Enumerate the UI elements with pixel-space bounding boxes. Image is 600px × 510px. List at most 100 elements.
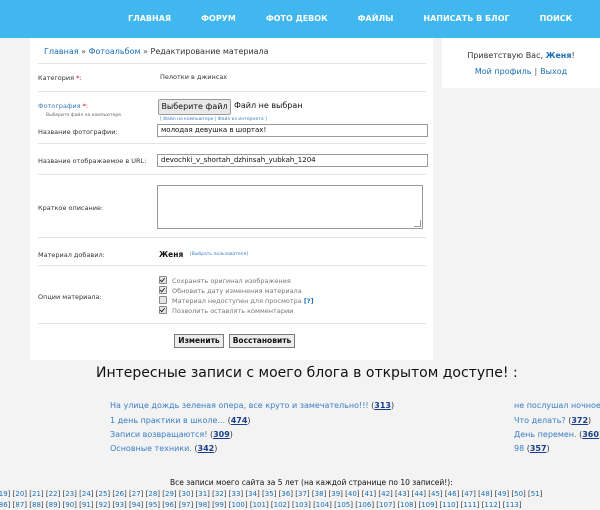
user-link[interactable]: Женя [546, 51, 572, 60]
logout-link[interactable]: Выход [540, 67, 567, 76]
post-count[interactable]: 360 [582, 430, 599, 439]
page-link[interactable]: 28 [148, 490, 157, 498]
page-link[interactable]: 111 [463, 501, 476, 509]
page-link[interactable]: 97 [182, 501, 191, 509]
page-link[interactable]: 107 [379, 501, 392, 509]
page-link[interactable]: 34 [248, 490, 257, 498]
breadcrumb-home[interactable]: Главная [44, 47, 79, 56]
blog-post-link[interactable]: не послушал ночное [514, 401, 600, 410]
profile-link[interactable]: Мой профиль [475, 67, 532, 76]
option-row[interactable]: Материал недоступен для просмотра [?] [159, 296, 314, 306]
page-link[interactable]: 46 [448, 490, 457, 498]
page-link[interactable]: 112 [484, 501, 497, 509]
page-link[interactable]: 27 [132, 490, 141, 498]
post-count[interactable]: 474 [231, 416, 248, 425]
option-checkbox[interactable] [159, 286, 167, 294]
page-link[interactable]: 95 [148, 501, 157, 509]
post-count[interactable]: 342 [198, 444, 215, 453]
page-link[interactable]: 100 [231, 501, 244, 509]
page-link[interactable]: 105 [337, 501, 350, 509]
page-link[interactable]: 44 [414, 490, 423, 498]
post-count[interactable]: 372 [571, 416, 588, 425]
page-link[interactable]: 36 [281, 490, 290, 498]
page-link[interactable]: 37 [298, 490, 307, 498]
resize-grip[interactable] [414, 220, 421, 227]
page-link[interactable]: 38 [315, 490, 324, 498]
page-link[interactable]: 93 [115, 501, 124, 509]
option-checkbox[interactable] [159, 306, 167, 314]
submit-button[interactable]: Изменить [174, 334, 224, 348]
blog-post-link[interactable]: Что делать? (372) [514, 416, 591, 425]
blog-post-link[interactable]: Записи возвращаются! (309) [110, 430, 233, 439]
page-link[interactable]: 108 [400, 501, 413, 509]
page-link[interactable]: 32 [215, 490, 224, 498]
page-link[interactable]: 110 [442, 501, 455, 509]
nav-item[interactable]: ФОТО ДЕВОК [251, 0, 343, 38]
page-link[interactable]: 31 [198, 490, 207, 498]
page-link[interactable]: 102 [274, 501, 287, 509]
page-link[interactable]: 30 [182, 490, 191, 498]
page-link[interactable]: 98 [198, 501, 207, 509]
blog-post-link[interactable]: Основные техники. (342) [110, 444, 217, 453]
page-link[interactable]: 47 [464, 490, 473, 498]
description-textarea[interactable] [157, 185, 423, 229]
breadcrumb-album[interactable]: Фотоальбом [89, 47, 141, 56]
option-row[interactable]: Позволить оставлять комментарии [159, 306, 293, 316]
page-link[interactable]: 101 [253, 501, 266, 509]
page-link[interactable]: 42 [381, 490, 390, 498]
reset-button[interactable]: Восстановить [229, 334, 295, 348]
nav-item[interactable]: ФАЙЛЫ [343, 0, 409, 38]
choose-user-link[interactable]: [Выбрать пользователя] [190, 252, 248, 257]
page-link[interactable]: 35 [265, 490, 274, 498]
option-checkbox[interactable] [159, 276, 167, 284]
page-link[interactable]: 109 [421, 501, 434, 509]
page-link[interactable]: 24 [82, 490, 91, 498]
blog-post-link[interactable]: 1 день практики в школе... (474) [110, 416, 251, 425]
page-link[interactable]: 48 [481, 490, 490, 498]
nav-item[interactable]: ПОИСК [525, 0, 588, 38]
page-link[interactable]: 106 [358, 501, 371, 509]
photo-name-input[interactable]: молодая девушка в шортах! [157, 124, 428, 137]
page-link[interactable]: 94 [132, 501, 141, 509]
page-link[interactable]: 45 [431, 490, 440, 498]
page-link[interactable]: 86 [0, 501, 8, 509]
category-value[interactable]: Пелотки в джинсах [160, 73, 227, 81]
page-link[interactable]: 90 [65, 501, 74, 509]
page-link[interactable]: 29 [165, 490, 174, 498]
page-link[interactable]: 26 [115, 490, 124, 498]
option-row[interactable]: Сохранять оригинал изображения [159, 276, 291, 286]
page-link[interactable]: 103 [295, 501, 308, 509]
page-link[interactable]: 99 [215, 501, 224, 509]
nav-item[interactable]: ФОРУМ [186, 0, 251, 38]
choose-file-button[interactable]: Выберите файл [158, 99, 231, 115]
page-link[interactable]: 91 [82, 501, 91, 509]
page-link[interactable]: 89 [49, 501, 58, 509]
page-link[interactable]: 21 [32, 490, 41, 498]
url-input[interactable]: devochki_v_shortah_dzhinsah_yubkah_1204 [157, 154, 428, 167]
blog-post-link[interactable]: День перемен. (360) [514, 430, 600, 439]
blog-post-link[interactable]: 98 (357) [514, 444, 550, 453]
page-link[interactable]: 19 [0, 490, 8, 498]
post-count[interactable]: 309 [213, 430, 230, 439]
page-link[interactable]: 43 [398, 490, 407, 498]
nav-item[interactable]: ГЛАВНАЯ [113, 0, 186, 38]
post-count[interactable]: 357 [530, 444, 547, 453]
blog-post-link[interactable]: На улице дождь зеленая опера, все круто … [110, 401, 394, 410]
page-link[interactable]: 51 [531, 490, 540, 498]
option-checkbox[interactable] [159, 296, 167, 304]
page-link[interactable]: 87 [15, 501, 24, 509]
page-link[interactable]: 40 [348, 490, 357, 498]
option-row[interactable]: Обновить дату изменения материала [159, 286, 302, 296]
help-link[interactable]: [?] [304, 297, 314, 305]
page-link[interactable]: 104 [316, 501, 329, 509]
page-link[interactable]: 88 [32, 501, 41, 509]
file-source-links[interactable]: [ Файл на компьютере | Файл из интернета… [160, 117, 267, 122]
page-link[interactable]: 20 [15, 490, 24, 498]
nav-item[interactable]: НАПИСАТЬ В БЛОГ [408, 0, 524, 38]
page-link[interactable]: 96 [165, 501, 174, 509]
page-link[interactable]: 39 [331, 490, 340, 498]
page-link[interactable]: 50 [514, 490, 523, 498]
page-link[interactable]: 113 [506, 501, 519, 509]
page-link[interactable]: 23 [65, 490, 74, 498]
page-link[interactable]: 22 [49, 490, 58, 498]
